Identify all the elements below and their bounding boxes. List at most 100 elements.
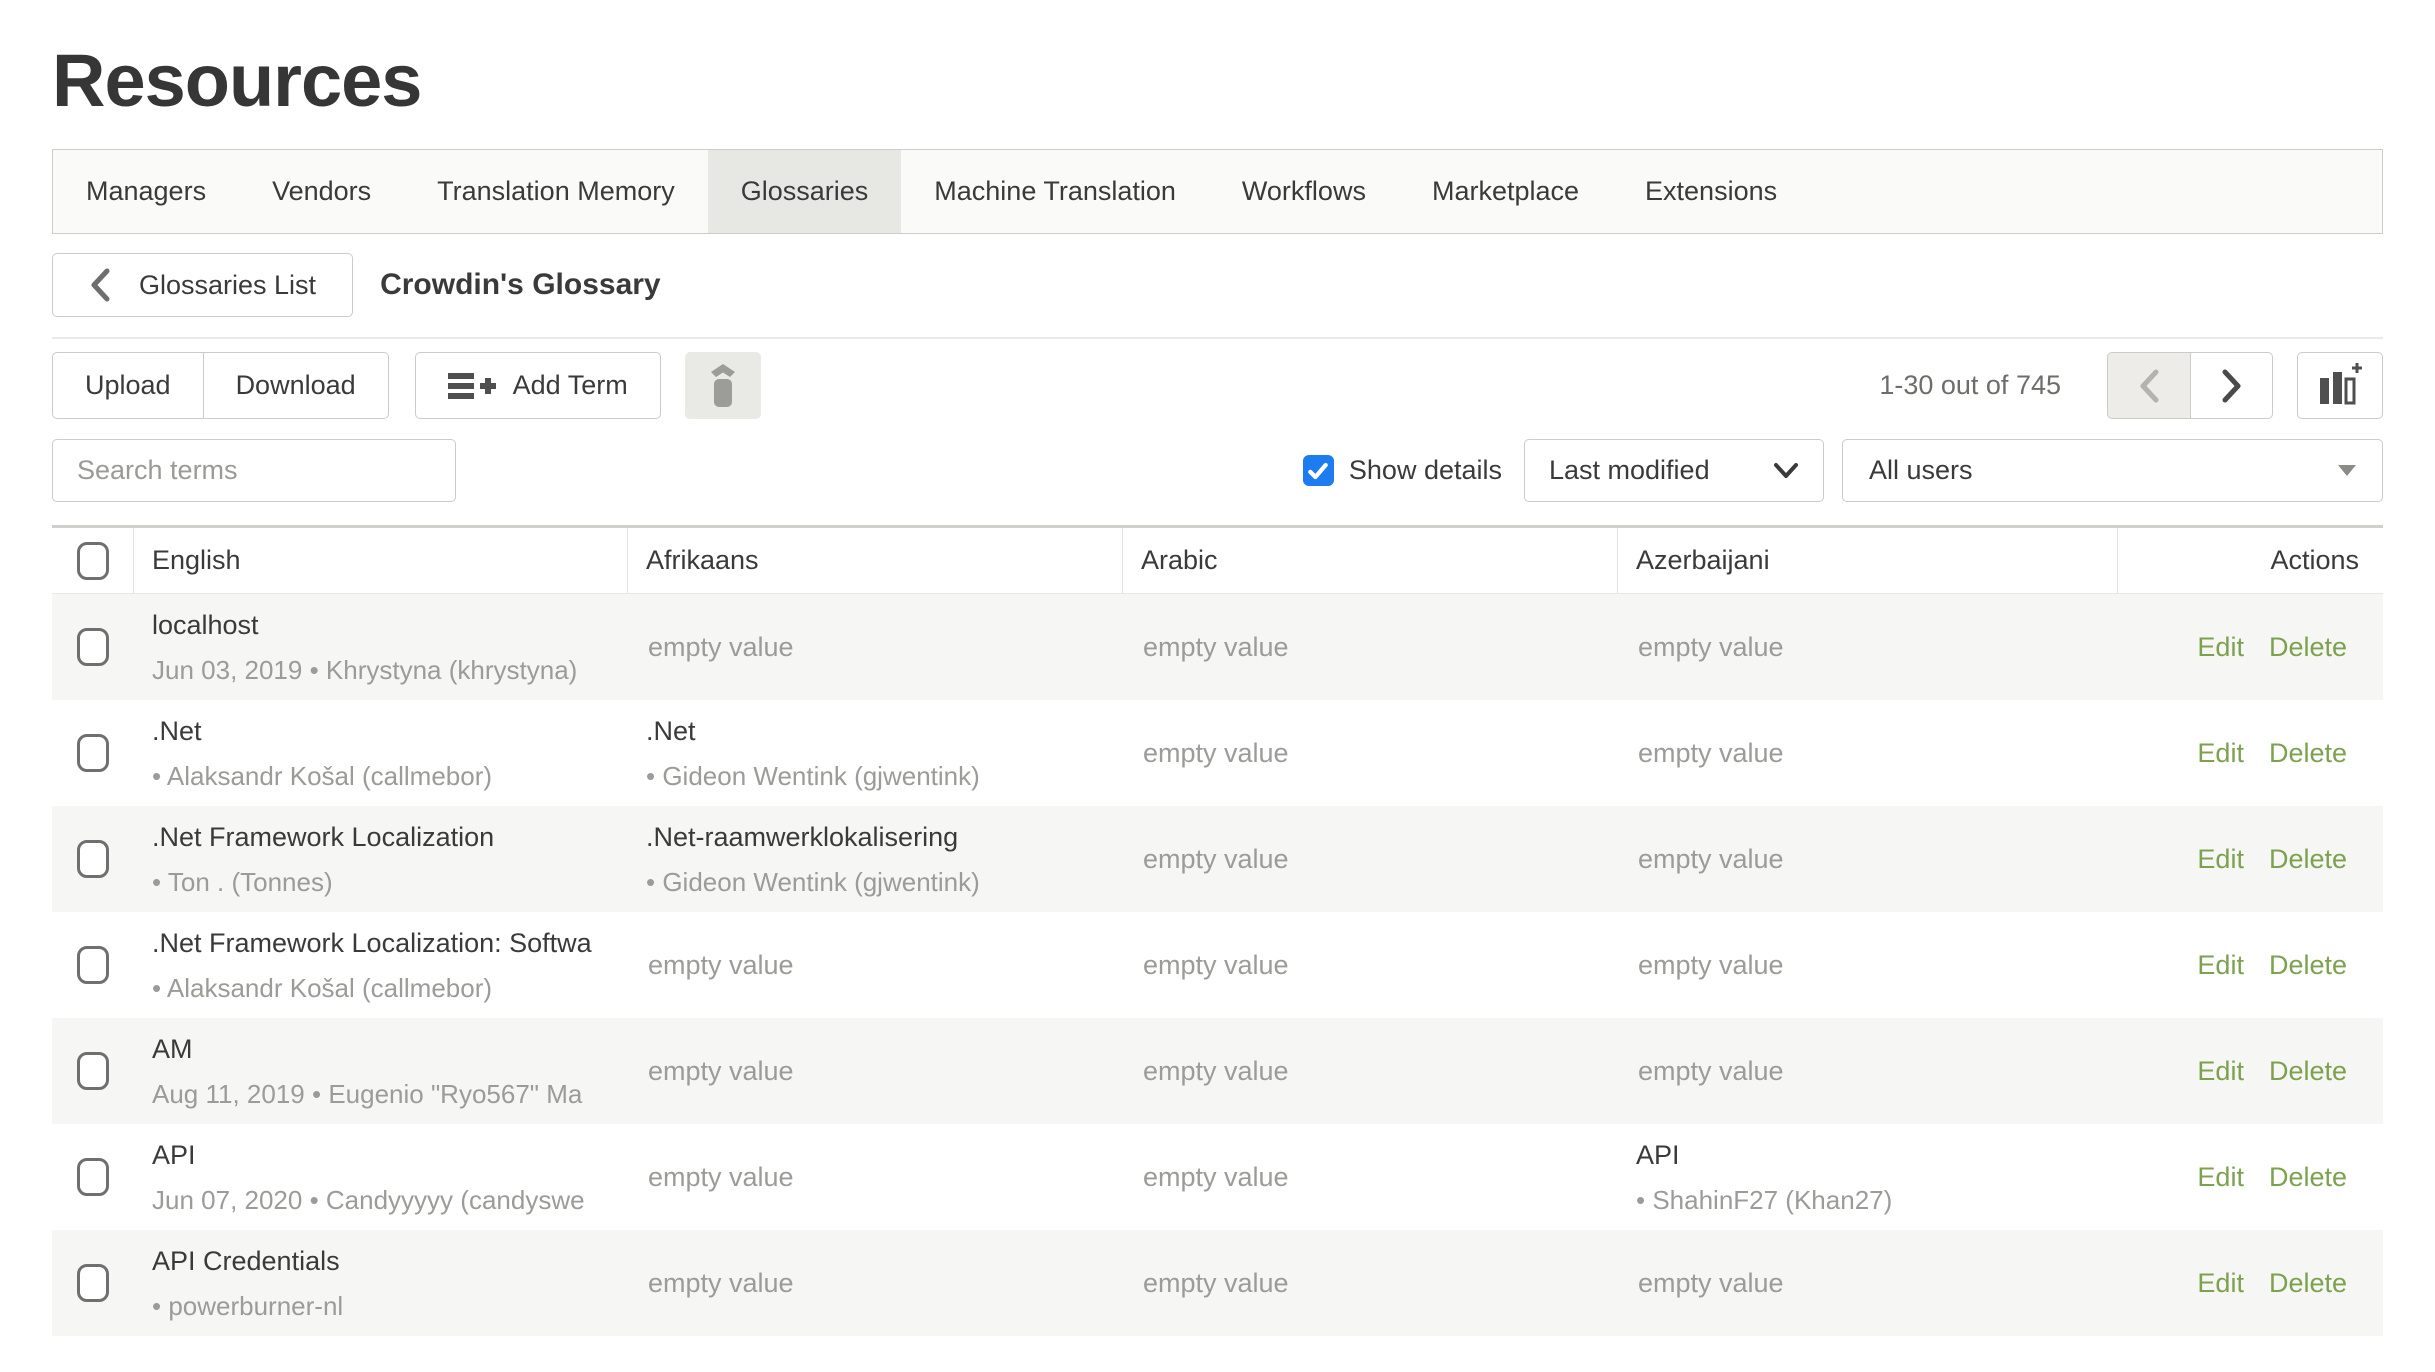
- tab-extensions[interactable]: Extensions: [1612, 150, 1810, 233]
- edit-link[interactable]: Edit: [2197, 738, 2244, 769]
- next-page-button[interactable]: [2190, 352, 2273, 419]
- row-checkbox[interactable]: [77, 1052, 109, 1090]
- check-icon: [1306, 459, 1330, 483]
- row-checkbox[interactable]: [77, 946, 109, 984]
- empty-value: empty value: [1618, 912, 2118, 1018]
- row-checkbox[interactable]: [77, 628, 109, 666]
- empty-value: empty value: [1123, 806, 1618, 912]
- delete-selected-button[interactable]: [685, 352, 761, 419]
- resource-tabs: Managers Vendors Translation Memory Glos…: [52, 149, 2383, 234]
- empty-value: empty value: [1618, 700, 2118, 806]
- delete-link[interactable]: Delete: [2269, 632, 2347, 663]
- toolbar-right: 1-30 out of 745: [1879, 352, 2383, 419]
- table-row: API Jun 07, 2020 • Candyyyyy (candyswe e…: [52, 1124, 2383, 1230]
- edit-link[interactable]: Edit: [2197, 1162, 2244, 1193]
- empty-value: empty value: [1123, 594, 1618, 700]
- show-details-label: Show details: [1349, 455, 1502, 486]
- delete-link[interactable]: Delete: [2269, 950, 2347, 981]
- empty-value: empty value: [1123, 1124, 1618, 1230]
- glossary-title: Crowdin's Glossary: [380, 268, 661, 302]
- tab-glossaries[interactable]: Glossaries: [708, 150, 902, 233]
- table-row: AM Aug 11, 2019 • Eugenio "Ryo567" Ma em…: [52, 1018, 2383, 1124]
- column-header-actions: Actions: [2118, 528, 2383, 593]
- terms-table: English Afrikaans Arabic Azerbaijani Act…: [52, 525, 2383, 1336]
- tab-workflows[interactable]: Workflows: [1209, 150, 1399, 233]
- glossaries-list-back-button[interactable]: Glossaries List: [52, 253, 353, 317]
- upload-button[interactable]: Upload: [52, 352, 204, 419]
- table-row: .Net Framework Localization: Softwa • Al…: [52, 912, 2383, 1018]
- term-text: .Net-raamwerklokalisering: [646, 822, 1103, 853]
- column-settings-icon: [2316, 362, 2364, 410]
- empty-value: empty value: [628, 1230, 1123, 1336]
- column-header-azerbaijani: Azerbaijani: [1618, 528, 2118, 593]
- term-meta: • powerburner-nl: [152, 1291, 608, 1322]
- row-checkbox[interactable]: [77, 1264, 109, 1302]
- term-meta: • Alaksandr Košal (callmebor): [152, 973, 608, 1004]
- term-text: .Net Framework Localization: Softwa: [152, 928, 608, 959]
- term-text: .Net: [646, 716, 1103, 747]
- tab-vendors[interactable]: Vendors: [239, 150, 404, 233]
- download-button[interactable]: Download: [204, 352, 389, 419]
- empty-value: empty value: [1123, 700, 1618, 806]
- table-row: API Credentials • powerburner-nl empty v…: [52, 1230, 2383, 1336]
- empty-value: empty value: [1618, 806, 2118, 912]
- manage-columns-button[interactable]: [2297, 352, 2383, 419]
- table-header: English Afrikaans Arabic Azerbaijani Act…: [52, 525, 2383, 594]
- edit-link[interactable]: Edit: [2197, 1268, 2244, 1299]
- users-filter-value: All users: [1869, 455, 1973, 486]
- term-meta: Aug 11, 2019 • Eugenio "Ryo567" Ma: [152, 1079, 608, 1110]
- empty-value: empty value: [1123, 912, 1618, 1018]
- add-term-button[interactable]: Add Term: [415, 352, 661, 419]
- previous-page-button[interactable]: [2107, 352, 2190, 419]
- term-meta: • Ton . (Tonnes): [152, 867, 608, 898]
- upload-download-group: Upload Download: [52, 352, 389, 419]
- empty-value: empty value: [1618, 1230, 2118, 1336]
- delete-link[interactable]: Delete: [2269, 1162, 2347, 1193]
- column-header-arabic: Arabic: [1123, 528, 1618, 593]
- edit-link[interactable]: Edit: [2197, 1056, 2244, 1087]
- delete-link[interactable]: Delete: [2269, 844, 2347, 875]
- empty-value: empty value: [628, 594, 1123, 700]
- toolbar: Upload Download Add Term: [52, 352, 2383, 419]
- edit-link[interactable]: Edit: [2197, 632, 2244, 663]
- select-all-checkbox[interactable]: [77, 542, 109, 580]
- search-input[interactable]: [52, 439, 456, 502]
- tab-marketplace[interactable]: Marketplace: [1399, 150, 1612, 233]
- breadcrumb: Glossaries List Crowdin's Glossary: [52, 234, 2383, 337]
- row-checkbox[interactable]: [77, 734, 109, 772]
- term-meta: • Gideon Wentink (gjwentink): [646, 761, 1103, 792]
- tab-translation-memory[interactable]: Translation Memory: [404, 150, 708, 233]
- tab-managers[interactable]: Managers: [53, 150, 239, 233]
- tab-machine-translation[interactable]: Machine Translation: [901, 150, 1209, 233]
- add-term-icon: [448, 369, 496, 403]
- delete-link[interactable]: Delete: [2269, 1056, 2347, 1087]
- delete-link[interactable]: Delete: [2269, 738, 2347, 769]
- edit-link[interactable]: Edit: [2197, 844, 2244, 875]
- chevron-left-icon: [89, 268, 111, 302]
- term-text: API: [152, 1140, 608, 1171]
- page-container: Resources Managers Vendors Translation M…: [0, 0, 2435, 1336]
- edit-link[interactable]: Edit: [2197, 950, 2244, 981]
- empty-value: empty value: [1618, 594, 2118, 700]
- row-checkbox[interactable]: [77, 840, 109, 878]
- sort-select[interactable]: Last modified: [1524, 439, 1824, 502]
- term-text: .Net: [152, 716, 608, 747]
- delete-link[interactable]: Delete: [2269, 1268, 2347, 1299]
- term-meta: Jun 03, 2019 • Khrystyna (khrystyna): [152, 655, 608, 686]
- term-text: .Net Framework Localization: [152, 822, 608, 853]
- filter-right: Show details Last modified All users: [1303, 439, 2383, 502]
- term-meta: Jun 07, 2020 • Candyyyyy (candyswe: [152, 1185, 608, 1216]
- table-row: localhost Jun 03, 2019 • Khrystyna (khry…: [52, 594, 2383, 700]
- term-meta: • Alaksandr Košal (callmebor): [152, 761, 608, 792]
- show-details-checkbox[interactable]: [1303, 455, 1334, 486]
- row-checkbox[interactable]: [77, 1158, 109, 1196]
- term-meta: • ShahinF27 (Khan27): [1636, 1185, 2098, 1216]
- table-row: .Net Framework Localization • Ton . (Ton…: [52, 806, 2383, 912]
- term-text: API: [1636, 1140, 2098, 1171]
- pagination-text: 1-30 out of 745: [1879, 370, 2061, 401]
- users-filter-select[interactable]: All users: [1842, 439, 2383, 502]
- page-title: Resources: [52, 0, 2383, 123]
- pager: [2107, 352, 2273, 419]
- empty-value: empty value: [628, 1018, 1123, 1124]
- add-term-label: Add Term: [513, 370, 628, 401]
